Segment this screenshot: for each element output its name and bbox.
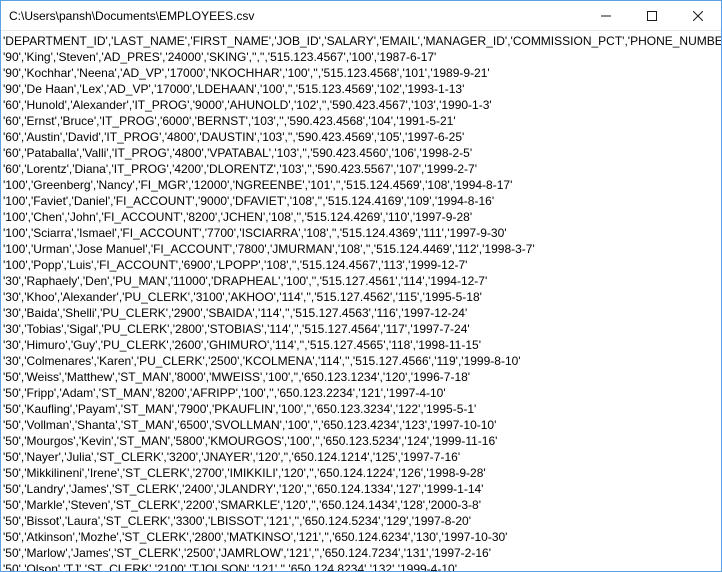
csv-row: '30','Raphaely','Den','PU_MAN','11000','… — [3, 273, 719, 289]
csv-row: '50','Weiss','Matthew','ST_MAN','8000','… — [3, 369, 719, 385]
csv-row: '100','Sciarra','Ismael','FI_ACCOUNT','7… — [3, 225, 719, 241]
csv-row: '100','Chen','John','FI_ACCOUNT','8200',… — [3, 209, 719, 225]
minimize-icon — [601, 11, 611, 21]
window-title: C:\Users\pansh\Documents\EMPLOYEES.csv — [1, 9, 583, 23]
csv-row: '30','Khoo','Alexander','PU_CLERK','3100… — [3, 289, 719, 305]
close-button[interactable] — [675, 1, 721, 31]
window-controls — [583, 1, 721, 31]
window-frame: C:\Users\pansh\Documents\EMPLOYEES.csv — [0, 0, 722, 572]
maximize-icon — [647, 11, 657, 21]
minimize-button[interactable] — [583, 1, 629, 31]
csv-row: '30','Tobias','Sigal','PU_CLERK','2800',… — [3, 321, 719, 337]
csv-row: '60','Ernst','Bruce','IT_PROG','6000','B… — [3, 113, 719, 129]
csv-row: '50','Fripp','Adam','ST_MAN','8200','AFR… — [3, 385, 719, 401]
csv-row: '60','Hunold','Alexander','IT_PROG','900… — [3, 97, 719, 113]
close-icon — [693, 11, 703, 21]
csv-row: '50','Landry','James','ST_CLERK','2400',… — [3, 481, 719, 497]
csv-row: '50','Vollman','Shanta','ST_MAN','6500',… — [3, 417, 719, 433]
csv-row: '50','Olson','TJ','ST_CLERK','2100','TJO… — [3, 561, 719, 571]
csv-row: '90','De Haan','Lex','AD_VP','17000','LD… — [3, 81, 719, 97]
csv-row: '50','Mourgos','Kevin','ST_MAN','5800','… — [3, 433, 719, 449]
csv-header-line: 'DEPARTMENT_ID','LAST_NAME','FIRST_NAME'… — [3, 33, 719, 49]
csv-row: '30','Colmenares','Karen','PU_CLERK','25… — [3, 353, 719, 369]
csv-row: '50','Marlow','James','ST_CLERK','2500',… — [3, 545, 719, 561]
csv-row: '100','Popp','Luis','FI_ACCOUNT','6900',… — [3, 257, 719, 273]
csv-row: '90','King','Steven','AD_PRES','24000','… — [3, 49, 719, 65]
csv-row: '90','Kochhar','Neena','AD_VP','17000','… — [3, 65, 719, 81]
csv-row: '50','Nayer','Julia','ST_CLERK','3200','… — [3, 449, 719, 465]
csv-row: '100','Urman','Jose Manuel','FI_ACCOUNT'… — [3, 241, 719, 257]
csv-row: '30','Baida','Shelli','PU_CLERK','2900',… — [3, 305, 719, 321]
csv-row: '60','Austin','David','IT_PROG','4800','… — [3, 129, 719, 145]
csv-row: '60','Pataballa','Valli','IT_PROG','4800… — [3, 145, 719, 161]
maximize-button[interactable] — [629, 1, 675, 31]
csv-row: '100','Faviet','Daniel','FI_ACCOUNT','90… — [3, 193, 719, 209]
csv-row: '50','Bissot','Laura','ST_CLERK','3300',… — [3, 513, 719, 529]
csv-row: '50','Mikkilineni','Irene','ST_CLERK','2… — [3, 465, 719, 481]
csv-row: '30','Himuro','Guy','PU_CLERK','2600','G… — [3, 337, 719, 353]
titlebar[interactable]: C:\Users\pansh\Documents\EMPLOYEES.csv — [1, 1, 721, 31]
csv-row: '50','Markle','Steven','ST_CLERK','2200'… — [3, 497, 719, 513]
content-wrapper: 'DEPARTMENT_ID','LAST_NAME','FIRST_NAME'… — [1, 31, 721, 571]
csv-row: '100','Greenberg','Nancy','FI_MGR','1200… — [3, 177, 719, 193]
csv-row: '50','Kaufling','Payam','ST_MAN','7900',… — [3, 401, 719, 417]
csv-row: '50','Atkinson','Mozhe','ST_CLERK','2800… — [3, 529, 719, 545]
text-area[interactable]: 'DEPARTMENT_ID','LAST_NAME','FIRST_NAME'… — [1, 31, 721, 571]
csv-row: '60','Lorentz','Diana','IT_PROG','4200',… — [3, 161, 719, 177]
